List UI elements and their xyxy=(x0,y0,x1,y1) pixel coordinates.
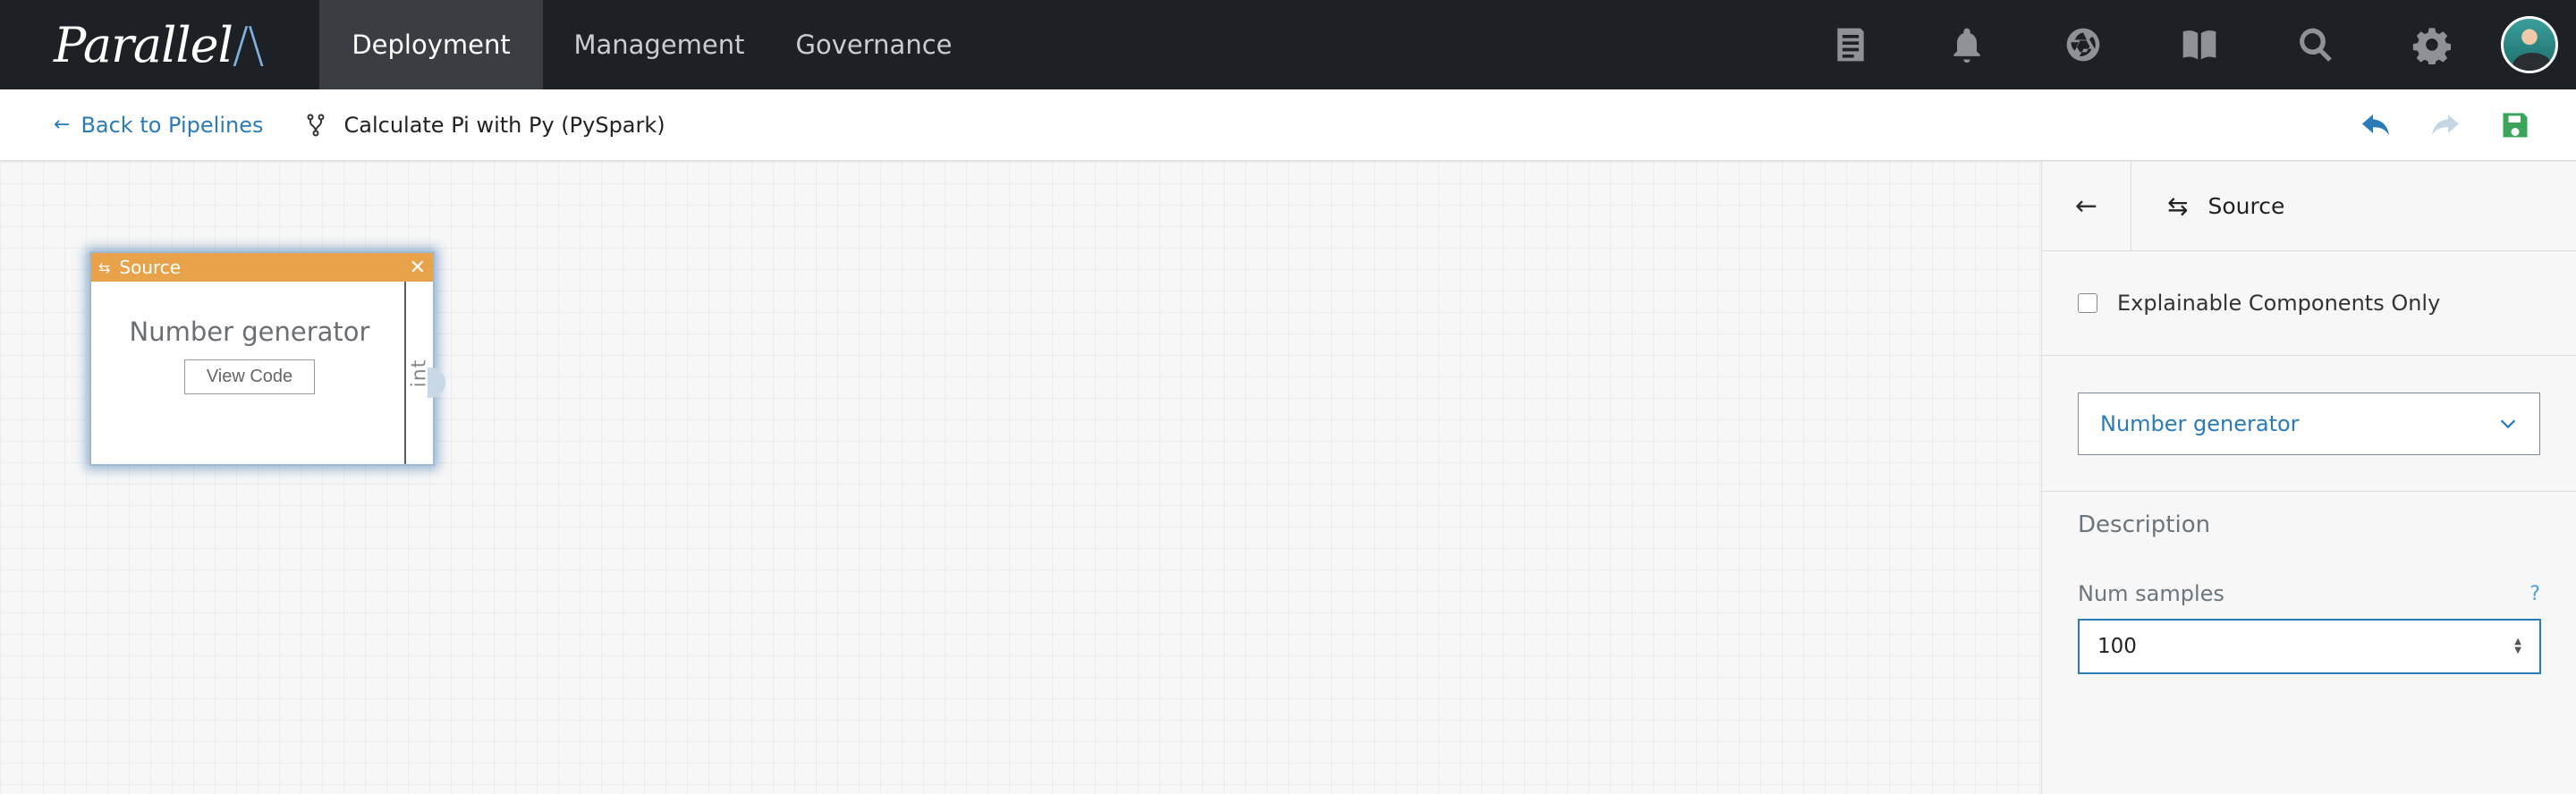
component-select-row: Number generator xyxy=(2042,356,2576,492)
search-icon[interactable] xyxy=(2258,0,2374,89)
gear-icon[interactable] xyxy=(2374,0,2490,89)
logo-mark: /\ xyxy=(232,16,264,73)
pipeline-actions xyxy=(2360,89,2531,161)
explainable-filter-row: Explainable Components Only xyxy=(2042,251,2576,356)
book-icon[interactable] xyxy=(2141,0,2258,89)
component-select-value: Number generator xyxy=(2100,410,2300,436)
port-connector-handle[interactable] xyxy=(428,367,445,398)
node-body: Number generator View Code xyxy=(91,282,408,464)
pipeline-name: Calculate Pi with Py (PySpark) xyxy=(343,112,665,138)
tab-management[interactable]: Management xyxy=(543,0,775,89)
document-list-icon[interactable] xyxy=(1792,0,1909,89)
panel-back-button[interactable]: ← xyxy=(2042,162,2131,250)
pipeline-canvas[interactable]: ⇆ Source ✕ Number generator View Code in… xyxy=(0,162,2041,794)
tab-deployment[interactable]: Deployment xyxy=(319,0,543,89)
explainable-checkbox[interactable] xyxy=(2078,293,2097,313)
panel-title-label: Source xyxy=(2207,193,2285,219)
top-navigation-bar: Parallel/\ Deployment Management Governa… xyxy=(0,0,2576,89)
app-logo[interactable]: Parallel/\ xyxy=(0,0,319,89)
num-samples-label-row: Num samples ? xyxy=(2042,581,2576,606)
pipeline-toolbar: ← Back to Pipelines Calculate Pi with Py… xyxy=(0,89,2576,161)
view-code-button[interactable]: View Code xyxy=(183,359,316,394)
panel-title: ⇆ Source xyxy=(2131,162,2284,250)
swap-icon: ⇆ xyxy=(98,258,111,276)
component-settings-panel: ← ⇆ Source Explainable Components Only N… xyxy=(2041,162,2576,794)
description-heading: Description xyxy=(2078,511,2211,538)
close-icon[interactable]: ✕ xyxy=(410,257,426,279)
explainable-label: Explainable Components Only xyxy=(2117,291,2441,316)
chevron-down-icon xyxy=(2500,419,2516,428)
panel-header: ← ⇆ Source xyxy=(2042,162,2576,251)
pipeline-title: Calculate Pi with Py (PySpark) xyxy=(306,113,665,138)
bell-icon[interactable] xyxy=(1909,0,2025,89)
swap-icon: ⇆ xyxy=(2167,191,2189,221)
logo-text: Parallel xyxy=(54,16,233,73)
stepper-down-icon[interactable]: ▼ xyxy=(2514,646,2521,655)
save-icon[interactable] xyxy=(2499,109,2531,141)
node-title: Number generator xyxy=(129,316,370,347)
num-samples-value: 100 xyxy=(2097,635,2137,658)
source-node[interactable]: ⇆ Source ✕ Number generator View Code in… xyxy=(89,251,445,466)
node-header[interactable]: ⇆ Source ✕ xyxy=(91,253,433,282)
back-to-pipelines-link[interactable]: ← Back to Pipelines xyxy=(54,113,263,138)
component-select[interactable]: Number generator xyxy=(2078,392,2540,455)
undo-icon[interactable] xyxy=(2360,109,2392,141)
top-icon-group xyxy=(1792,0,2576,89)
tab-governance[interactable]: Governance xyxy=(775,0,972,89)
number-stepper[interactable]: ▲ ▼ xyxy=(2514,638,2521,655)
num-samples-input[interactable]: 100 ▲ ▼ xyxy=(2078,619,2541,674)
help-icon[interactable]: ? xyxy=(2529,583,2540,605)
user-avatar[interactable] xyxy=(2501,16,2558,73)
arrow-left-icon: ← xyxy=(54,114,71,136)
arrow-left-icon: ← xyxy=(2074,190,2098,222)
num-samples-label: Num samples xyxy=(2078,581,2224,606)
redo-icon[interactable] xyxy=(2429,109,2462,141)
back-link-label: Back to Pipelines xyxy=(80,112,264,138)
node-header-label: Source xyxy=(119,257,182,278)
pipeline-fork-icon xyxy=(307,114,325,136)
aperture-icon[interactable] xyxy=(2025,0,2141,89)
